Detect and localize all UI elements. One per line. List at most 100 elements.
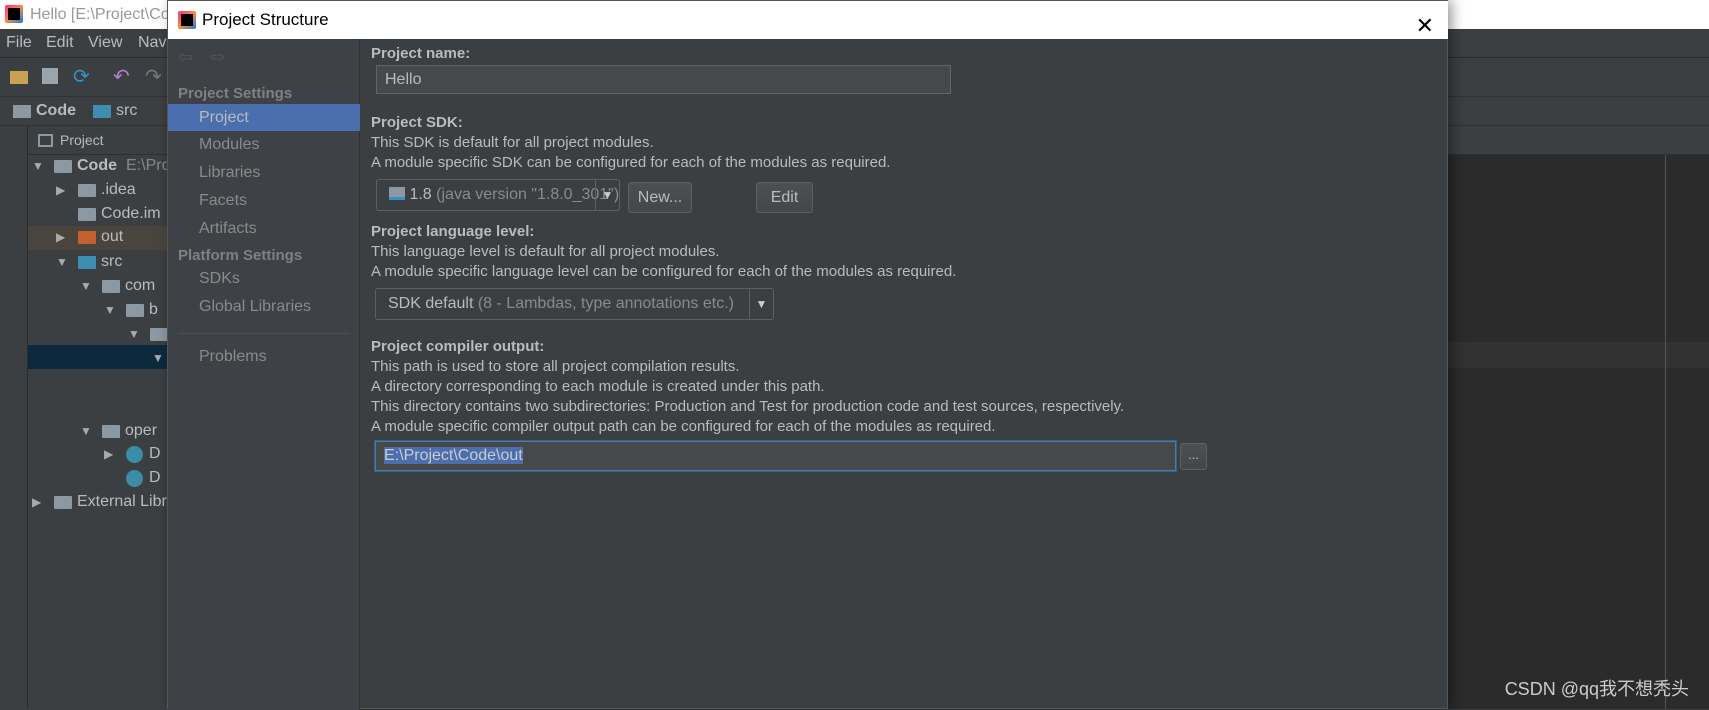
folder-icon xyxy=(78,184,96,197)
menu-view[interactable]: View xyxy=(88,34,122,52)
class-icon xyxy=(126,470,143,487)
project-panel-title[interactable]: Project xyxy=(60,132,104,148)
sdk-selected: 1.8 xyxy=(409,186,432,203)
collapse-arrow-icon[interactable]: ▶ xyxy=(104,447,113,461)
sdk-description-2: A module specific SDK can be configured … xyxy=(371,154,891,171)
lang-selected-detail: (8 - Lambdas, type annotations etc.) xyxy=(477,295,734,312)
back-arrow-icon[interactable]: ⇦ xyxy=(178,47,193,68)
right-margin-guide xyxy=(1665,155,1666,709)
expand-arrow-icon[interactable]: ▼ xyxy=(32,159,44,173)
tree-item-label: .idea xyxy=(101,181,136,198)
sync-icon[interactable]: ⟳ xyxy=(73,64,90,89)
close-icon[interactable]: ✕ xyxy=(1416,7,1434,45)
tree-item-label: D xyxy=(149,445,161,462)
project-name-label: Project name: xyxy=(371,45,471,62)
folder-icon xyxy=(78,231,96,244)
project-view-icon xyxy=(38,134,53,147)
project-structure-dialog: Project Structure ✕ ⇦ ⇨ Project Settings … xyxy=(167,0,1448,710)
intellij-logo-icon xyxy=(5,5,23,23)
menu-file[interactable]: File xyxy=(6,34,32,52)
tree-item-label: out xyxy=(101,228,124,245)
nav-libraries[interactable]: Libraries xyxy=(168,159,360,186)
sdk-edit-button[interactable]: Edit xyxy=(756,182,813,213)
expand-arrow-icon[interactable]: ▼ xyxy=(104,303,116,317)
section-project-settings: Project Settings xyxy=(178,85,293,102)
collapse-arrow-icon[interactable]: ▶ xyxy=(56,183,65,197)
menu-edit[interactable]: Edit xyxy=(46,34,74,52)
output-description-4: A module specific compiler output path c… xyxy=(371,418,996,435)
expand-arrow-icon[interactable]: ▼ xyxy=(80,424,92,438)
output-description-3: This directory contains two subdirectori… xyxy=(371,398,1125,415)
tree-item-label: External Libr xyxy=(77,493,167,510)
compiler-output-input[interactable]: E:\Project\Code\out xyxy=(375,441,1176,471)
tree-item-label: b xyxy=(149,301,158,318)
folder-icon xyxy=(102,280,120,293)
open-folder-icon[interactable] xyxy=(10,71,28,84)
lang-selected: SDK default xyxy=(388,295,474,312)
output-description-1: This path is used to store all project c… xyxy=(371,358,740,375)
nav-problems[interactable]: Problems xyxy=(168,343,360,370)
chevron-down-icon[interactable]: ▼ xyxy=(749,289,773,319)
tree-item[interactable]: ▶ out xyxy=(28,226,168,250)
compiler-output-value: E:\Project\Code\out xyxy=(384,447,523,464)
tree-item-label: D xyxy=(149,469,161,486)
sdk-new-button[interactable]: New... xyxy=(628,182,692,213)
expand-arrow-icon[interactable]: ▼ xyxy=(128,327,140,341)
sdk-selected-detail: (java version "1.8.0_301") xyxy=(436,186,620,203)
dialog-sidebar: ⇦ ⇨ Project Settings Project Modules Lib… xyxy=(168,39,360,710)
nav-global-libraries[interactable]: Global Libraries xyxy=(168,293,360,320)
expand-arrow-icon[interactable]: ▼ xyxy=(56,255,68,269)
intellij-logo-icon xyxy=(178,11,196,29)
collapse-arrow-icon[interactable]: ▶ xyxy=(32,495,41,509)
compiler-output-label: Project compiler output: xyxy=(371,338,545,355)
output-description-2: A directory corresponding to each module… xyxy=(371,378,825,395)
folder-icon xyxy=(54,496,72,509)
forward-arrow-icon[interactable]: ⇨ xyxy=(210,47,225,68)
redo-icon[interactable]: ↷ xyxy=(145,64,162,89)
tree-item-label: src xyxy=(101,253,123,270)
dialog-title-bar: Project Structure ✕ xyxy=(168,1,1448,39)
breadcrumb-code[interactable]: Code xyxy=(36,102,76,120)
project-sdk-label: Project SDK: xyxy=(371,114,463,131)
watermark: CSDN @qq我不想秃头 xyxy=(1504,679,1689,699)
folder-icon xyxy=(54,160,72,173)
expand-arrow-icon[interactable]: ▼ xyxy=(152,351,164,365)
expand-arrow-icon[interactable]: ▼ xyxy=(80,279,92,293)
nav-modules[interactable]: Modules xyxy=(168,131,360,158)
tree-item-label: com xyxy=(125,277,156,294)
chevron-down-icon[interactable]: ▼ xyxy=(595,180,619,210)
jdk-folder-icon xyxy=(389,187,405,200)
nav-facets[interactable]: Facets xyxy=(168,187,360,214)
module-folder-icon xyxy=(13,105,31,118)
folder-icon xyxy=(126,304,144,317)
class-icon xyxy=(126,446,143,463)
section-platform-settings: Platform Settings xyxy=(178,247,303,264)
sdk-combo[interactable]: 1.8 (java version "1.8.0_301") ▼ xyxy=(376,179,620,211)
source-folder-icon xyxy=(93,105,111,118)
project-name-input[interactable]: Hello xyxy=(376,65,951,94)
save-icon[interactable] xyxy=(42,68,58,84)
folder-icon xyxy=(78,256,96,269)
editor-area[interactable] xyxy=(1447,155,1709,709)
folder-icon xyxy=(78,208,96,221)
breadcrumb-src[interactable]: src xyxy=(116,102,137,120)
nav-sdks[interactable]: SDKs xyxy=(168,265,360,292)
tree-item-path: E:\Pro xyxy=(126,157,171,174)
language-level-combo[interactable]: SDK default (8 - Lambdas, type annotatio… xyxy=(375,288,774,320)
nav-artifacts[interactable]: Artifacts xyxy=(168,215,360,242)
tree-item-label: Code xyxy=(77,157,117,174)
collapse-arrow-icon[interactable]: ▶ xyxy=(56,230,65,244)
menu-navigate[interactable]: Nav xyxy=(138,34,166,52)
lang-description-1: This language level is default for all p… xyxy=(371,243,720,260)
lang-description-2: A module specific language level can be … xyxy=(371,263,957,280)
folder-icon xyxy=(150,328,168,341)
undo-icon[interactable]: ↶ xyxy=(113,64,130,89)
tool-window-stripe xyxy=(0,126,28,709)
tree-item-label: oper xyxy=(125,422,158,439)
browse-button[interactable]: ... xyxy=(1180,443,1207,470)
tree-selection-row xyxy=(28,345,168,369)
ide-title: Hello [E:\Project\Co xyxy=(30,6,170,23)
dialog-title: Project Structure xyxy=(202,10,329,29)
nav-project[interactable]: Project xyxy=(168,104,360,131)
language-level-label: Project language level: xyxy=(371,223,535,240)
